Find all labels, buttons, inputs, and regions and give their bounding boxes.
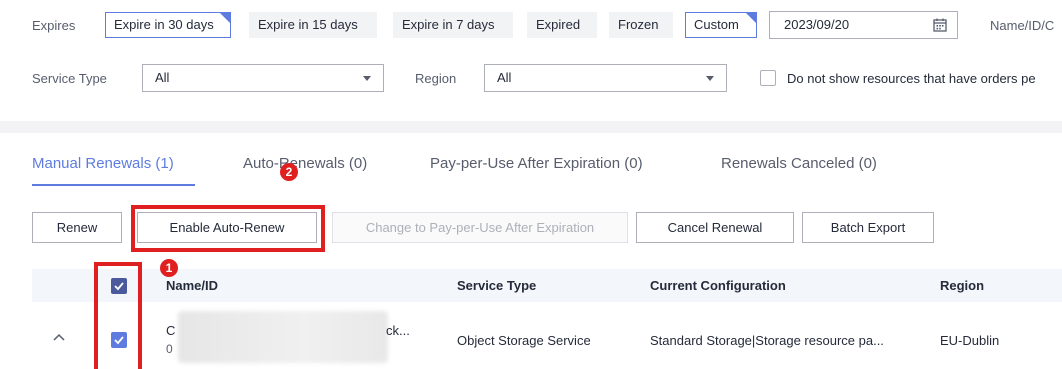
- row-name-start: C: [166, 323, 176, 338]
- row-service-type: Object Storage Service: [457, 333, 591, 348]
- custom-chip[interactable]: Custom: [685, 12, 757, 38]
- step-2-badge: 2: [280, 163, 298, 181]
- date-value: 2023/09/20: [784, 17, 850, 32]
- enable-auto-renew-highlight: [131, 205, 325, 252]
- service-type-label: Service Type: [32, 71, 107, 86]
- column-service-type: Service Type: [457, 278, 537, 293]
- expire-7-days-chip[interactable]: Expire in 7 days: [393, 12, 513, 38]
- active-tab-indicator: [32, 184, 195, 186]
- expire-15-days-chip[interactable]: Expire in 15 days: [249, 12, 377, 38]
- expires-label: Expires: [32, 18, 76, 33]
- column-name-id: Name/ID: [166, 278, 219, 293]
- renew-button[interactable]: Renew: [32, 212, 122, 243]
- chevron-down-icon: [706, 76, 714, 81]
- step-1-badge: 1: [160, 259, 178, 277]
- tab-pay-per-use[interactable]: Pay-per-Use After Expiration (0): [430, 155, 643, 172]
- region-label: Region: [415, 71, 457, 86]
- tab-auto-renewals[interactable]: Auto-Renewals (0): [243, 155, 367, 172]
- cancel-renewal-button[interactable]: Cancel Renewal: [636, 212, 794, 243]
- region-value: All: [497, 70, 512, 85]
- chevron-down-icon: [363, 76, 371, 81]
- column-region: Region: [940, 278, 985, 293]
- date-picker[interactable]: 2023/09/20: [769, 11, 958, 39]
- row-id-start: 0: [166, 342, 173, 356]
- tab-manual-renewals[interactable]: Manual Renewals (1): [32, 155, 174, 172]
- row-region: EU-Dublin: [940, 333, 1000, 348]
- tab-renewals-canceled[interactable]: Renewals Canceled (0): [721, 155, 877, 172]
- redacted-name: [178, 311, 388, 363]
- service-type-value: All: [155, 70, 170, 85]
- checkbox-column-highlight: [94, 262, 142, 369]
- row-configuration: Standard Storage|Storage resource pa...: [650, 333, 884, 348]
- region-select[interactable]: All: [484, 64, 727, 92]
- hide-orders-checkbox[interactable]: [760, 70, 776, 86]
- expired-chip[interactable]: Expired: [527, 12, 597, 38]
- frozen-chip[interactable]: Frozen: [609, 12, 673, 38]
- service-type-select[interactable]: All: [142, 64, 384, 92]
- batch-export-button[interactable]: Batch Export: [802, 212, 934, 243]
- collapse-row-icon[interactable]: [53, 333, 65, 341]
- expire-30-days-chip[interactable]: Expire in 30 days: [105, 12, 231, 38]
- calendar-icon[interactable]: [933, 18, 947, 32]
- name-id-label: Name/ID/C: [990, 18, 1055, 33]
- change-pay-per-use-button[interactable]: Change to Pay-per-Use After Expiration: [332, 212, 628, 243]
- row-name-end[interactable]: ck...: [386, 323, 410, 338]
- hide-orders-checkbox-label: Do not show resources that have orders p…: [787, 71, 1036, 86]
- column-current-configuration: Current Configuration: [650, 278, 786, 293]
- section-divider: [0, 121, 1062, 133]
